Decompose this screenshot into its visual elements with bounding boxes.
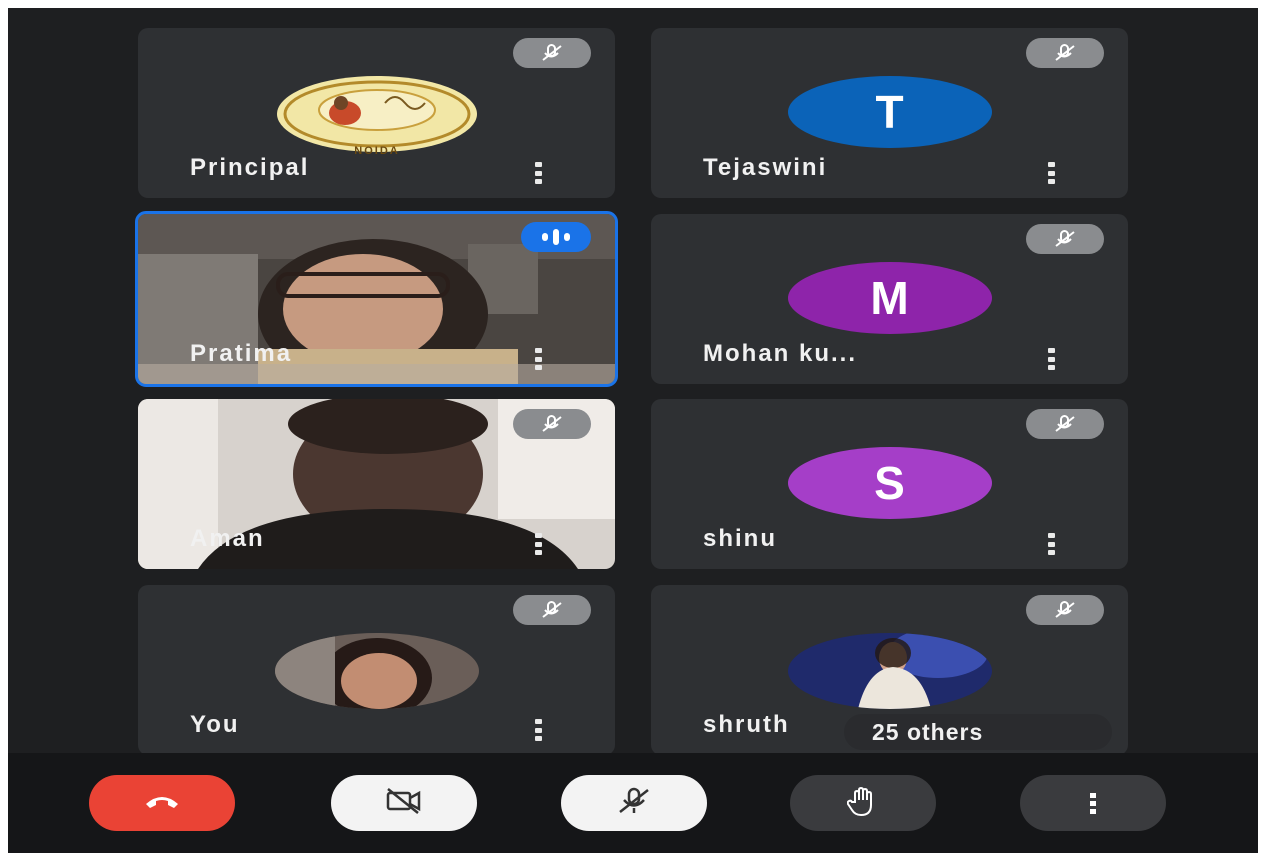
meeting-screen: NOIDA Principal T Tejaswini Pratima M Mo… <box>8 8 1258 853</box>
control-bar <box>8 753 1258 853</box>
participant-tile-aman[interactable]: Aman <box>138 399 615 569</box>
end-call-button[interactable] <box>89 775 235 831</box>
participant-options-icon[interactable] <box>533 719 543 741</box>
participant-options-icon[interactable] <box>1046 533 1056 555</box>
institution-logo: NOIDA <box>275 73 479 157</box>
mic-muted-badge <box>513 38 591 68</box>
avatar <box>274 633 479 709</box>
mic-muted-badge <box>1026 409 1104 439</box>
participant-name: shruth <box>703 711 790 738</box>
others-count-pill[interactable]: 25 others <box>844 714 1112 750</box>
avatar: T <box>787 76 992 148</box>
avatar <box>787 633 992 709</box>
participant-tile-principal[interactable]: NOIDA Principal <box>138 28 615 198</box>
mic-off-icon <box>616 787 652 820</box>
avatar: M <box>787 262 992 334</box>
mic-muted-badge <box>513 409 591 439</box>
participant-options-icon[interactable] <box>1046 162 1056 184</box>
participant-name: You <box>190 711 240 738</box>
participant-name: shinu <box>703 525 777 552</box>
camera-off-icon <box>384 787 424 820</box>
mic-muted-badge <box>1026 38 1104 68</box>
end-call-icon <box>142 791 182 816</box>
more-options-icon <box>1090 792 1096 814</box>
participant-options-icon[interactable] <box>533 348 543 370</box>
participant-options-icon[interactable] <box>1046 348 1056 370</box>
avatar-letter: S <box>874 457 905 509</box>
participant-name: Pratima <box>190 340 293 367</box>
participant-tile-tejaswini[interactable]: T Tejaswini <box>651 28 1128 198</box>
avatar-letter: M <box>870 272 909 324</box>
avatar-letter: T <box>875 86 904 138</box>
participant-options-icon[interactable] <box>533 162 543 184</box>
raise-hand-button[interactable] <box>790 775 936 831</box>
participant-tile-pratima[interactable]: Pratima <box>135 211 618 387</box>
participant-tile-you[interactable]: You <box>138 585 615 755</box>
mic-toggle-button[interactable] <box>561 775 707 831</box>
camera-toggle-button[interactable] <box>331 775 477 831</box>
participant-name: Mohan ku... <box>703 340 857 367</box>
speaking-indicator <box>521 222 591 252</box>
participant-name: Aman <box>190 525 265 552</box>
mic-muted-badge <box>1026 595 1104 625</box>
participant-tile-shinu[interactable]: S shinu <box>651 399 1128 569</box>
more-options-button[interactable] <box>1020 775 1166 831</box>
others-count-label: 25 others <box>872 718 984 745</box>
mic-muted-badge <box>513 595 591 625</box>
participant-tile-mohan[interactable]: M Mohan ku... <box>651 214 1128 384</box>
avatar: S <box>787 447 992 519</box>
participant-name: Principal <box>190 154 310 181</box>
mic-muted-badge <box>1026 224 1104 254</box>
participant-options-icon[interactable] <box>533 533 543 555</box>
raise-hand-icon <box>846 786 879 821</box>
participant-name: Tejaswini <box>703 154 828 181</box>
